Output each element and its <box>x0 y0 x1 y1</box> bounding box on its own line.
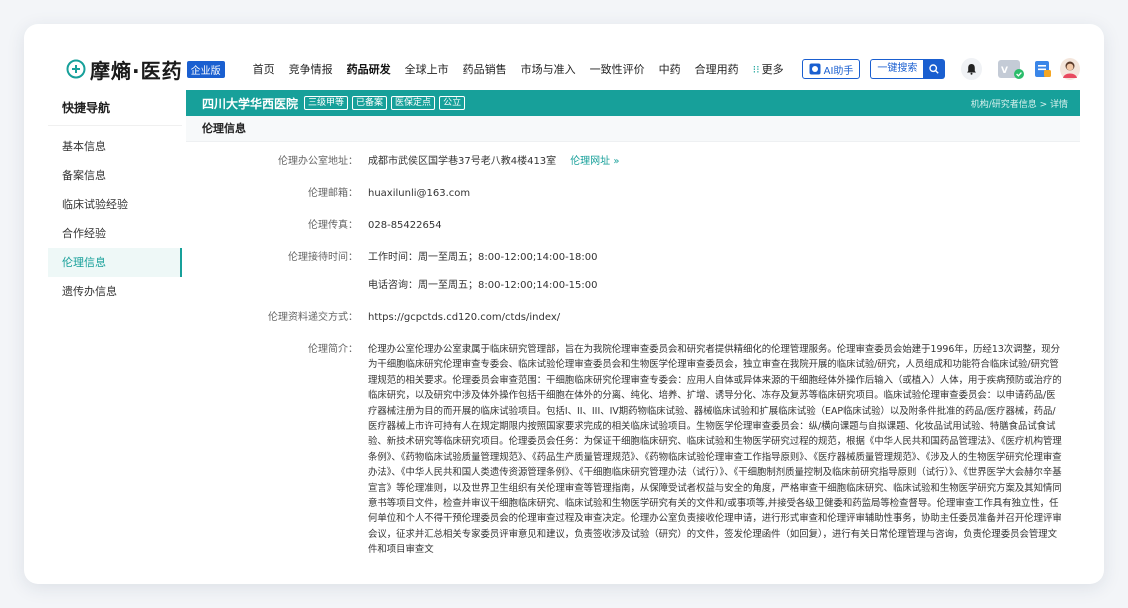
nav-item-more[interactable]: ⁝⁝ 更多 <box>753 61 784 77</box>
grid-dots-icon: ⁝⁝ <box>752 63 760 76</box>
ai-assistant-button[interactable]: AI助手 <box>801 59 861 79</box>
row-address: 伦理办公室地址： 成都市武侯区国学巷37号老八教4楼413室 伦理网址 » <box>186 154 1080 170</box>
search-button[interactable] <box>923 59 946 79</box>
nav-item-home[interactable]: 首页 <box>253 61 275 77</box>
address-label: 伦理办公室地址： <box>278 156 358 167</box>
intro-label: 伦理简介： <box>308 344 358 355</box>
nav-item-tcm[interactable]: 中药 <box>659 61 681 77</box>
ai-assistant-icon <box>809 63 821 75</box>
reception-label: 伦理接待时间： <box>288 252 358 263</box>
row-email: 伦理邮箱： huaxilunli@163.com <box>186 186 1080 202</box>
avatar-icon <box>1062 61 1077 78</box>
tag-grade: 三级甲等 <box>304 96 349 110</box>
address-value: 成都市武侯区国学巷37号老八教4楼413室 <box>368 156 557 167</box>
search-icon <box>929 64 940 74</box>
ethics-details: 伦理办公室地址： 成都市武侯区国学巷37号老八教4楼413室 伦理网址 » 伦理… <box>186 142 1080 558</box>
logo-mark-icon <box>66 59 86 79</box>
org-banner: 四川大学华西医院 三级甲等 已备案 医保定点 公立 机构/研究者信息 > 详情 <box>186 90 1080 116</box>
nav-item-drug-sales[interactable]: 药品销售 <box>463 61 507 77</box>
row-reception: 伦理接待时间： 工作时间：周一至周五；8:00-12:00;14:00-18:0… <box>186 250 1080 266</box>
submission-value: https://gcpctds.cd120.com/ctds/index/ <box>368 312 561 323</box>
nav-item-market-access[interactable]: 市场与准入 <box>521 61 576 77</box>
user-avatar[interactable] <box>1059 58 1080 80</box>
svg-text:V: V <box>1001 66 1008 76</box>
ai-assistant-label: AI助手 <box>823 65 854 77</box>
tag-insurance: 医保定点 <box>391 96 436 110</box>
section-title: 伦理信息 <box>186 116 1080 142</box>
sidebar-item-filing-info[interactable]: 备案信息 <box>48 161 182 190</box>
sidebar-item-clinical-trial-experience[interactable]: 临床试验经验 <box>48 190 182 219</box>
row-reception-phone: 电话咨询：周一至周五；8:00-12:00;14:00-15:00 <box>186 278 1080 294</box>
row-fax: 伦理传真： 028-85422654 <box>186 218 1080 234</box>
logo[interactable]: 摩熵·医药 企业版 <box>66 48 225 90</box>
quick-search[interactable]: 一键搜索 <box>870 59 946 79</box>
bell-icon <box>967 64 977 75</box>
nav-item-rational-use[interactable]: 合理用药 <box>695 61 739 77</box>
sidebar-item-cooperation-experience[interactable]: 合作经验 <box>48 219 182 248</box>
nav-item-drug-rd[interactable]: 药品研发 <box>347 61 391 77</box>
email-value: huaxilunli@163.com <box>368 188 471 199</box>
tag-public: 公立 <box>439 96 466 110</box>
logo-text: 摩熵·医药 <box>90 58 183 83</box>
intro-value: 伦理办公室伦理办公室隶属于临床研究管理部，旨在为我院伦理审查委员会和研究者提供精… <box>368 344 1062 556</box>
fax-label: 伦理传真： <box>308 220 358 231</box>
ethics-website-link[interactable]: 伦理网址 » <box>570 154 619 170</box>
sidebar-title: 快捷导航 <box>48 90 182 126</box>
fax-value: 028-85422654 <box>368 220 442 231</box>
nav-item-global-launch[interactable]: 全球上市 <box>405 61 449 77</box>
reception-phone-hours: 电话咨询：周一至周五；8:00-12:00;14:00-15:00 <box>368 280 598 291</box>
submission-label: 伦理资料递交方式： <box>268 312 358 323</box>
sidebar-item-basic-info[interactable]: 基本信息 <box>48 132 182 161</box>
org-name[interactable]: 四川大学华西医院 <box>202 95 298 112</box>
row-submission: 伦理资料递交方式： https://gcpctds.cd120.com/ctds… <box>186 310 1080 326</box>
sidebar-item-ethics-info[interactable]: 伦理信息 <box>48 248 182 277</box>
vip-icon: V <box>997 60 1024 79</box>
nav-item-competitive-intel[interactable]: 竞争情报 <box>289 61 333 77</box>
vip-badge[interactable]: V <box>997 58 1026 80</box>
breadcrumb[interactable]: 机构/研究者信息 > 详情 <box>971 97 1068 110</box>
reception-work-hours: 工作时间：周一至周五；8:00-12:00;14:00-18:00 <box>368 252 598 263</box>
quick-search-label[interactable]: 一键搜索 <box>870 59 924 79</box>
app-window: 摩熵·医药 企业版 首页 竞争情报 药品研发 全球上市 药品销售 市场与准入 一… <box>48 48 1080 560</box>
quick-nav-sidebar: 快捷导航 基本信息 备案信息 临床试验经验 合作经验 伦理信息 遗传办信息 <box>48 90 182 560</box>
main-nav: 首页 竞争情报 药品研发 全球上市 药品销售 市场与准入 一致性评价 中药 合理… <box>253 61 798 77</box>
edition-badge: 企业版 <box>186 60 225 78</box>
sidebar-item-genetic-office-info[interactable]: 遗传办信息 <box>48 277 182 306</box>
tag-filed: 已备案 <box>352 96 388 110</box>
main-content: 四川大学华西医院 三级甲等 已备案 医保定点 公立 机构/研究者信息 > 详情 … <box>186 90 1080 560</box>
row-intro: 伦理简介： 伦理办公室伦理办公室隶属于临床研究管理部，旨在为我院伦理审查委员会和… <box>186 342 1080 558</box>
email-label: 伦理邮箱： <box>308 188 358 199</box>
nav-item-consistency-eval[interactable]: 一致性评价 <box>590 61 645 77</box>
top-navbar: 摩熵·医药 企业版 首页 竞争情报 药品研发 全球上市 药品销售 市场与准入 一… <box>48 48 1080 90</box>
document-icon <box>1034 61 1051 77</box>
notification-button[interactable] <box>961 58 982 80</box>
document-center-button[interactable] <box>1034 59 1052 79</box>
more-label: 更多 <box>761 63 784 76</box>
